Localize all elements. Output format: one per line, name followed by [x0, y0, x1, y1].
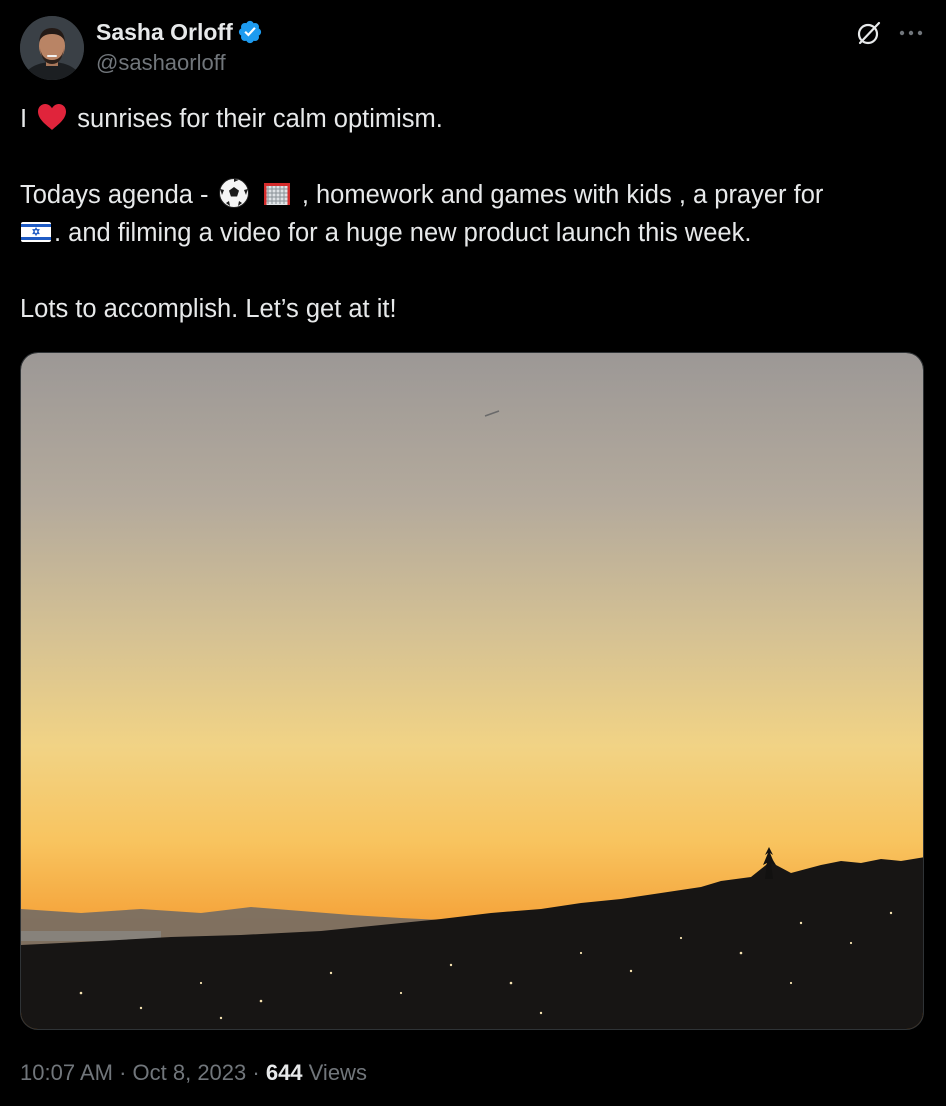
tweet-line-4: Lots to accomplish. Let’s get at it!	[20, 290, 920, 328]
goal-net-emoji-icon	[261, 177, 293, 209]
tweet-photo[interactable]	[20, 352, 924, 1030]
sunset-skyline-image	[21, 353, 923, 1029]
verified-badge-icon	[237, 19, 263, 45]
tweet-text-segment: Lots to accomplish. Let’s get at it!	[20, 295, 397, 323]
tweet-time: 10:07 AM	[20, 1060, 113, 1085]
tweet-line-3: . and filming a video for a huge new pro…	[20, 214, 920, 252]
heart-emoji-icon	[36, 101, 68, 133]
grok-icon	[857, 21, 881, 45]
avatar[interactable]	[20, 16, 84, 80]
tweet: Sasha Orloff @sashaorloff I sunrises for…	[0, 0, 946, 1106]
israel-flag-emoji-icon	[20, 215, 52, 247]
author-display-name[interactable]: Sasha Orloff	[96, 19, 233, 46]
tweet-text-segment: sunrises for their calm optimism.	[70, 105, 443, 133]
tweet-metadata: 10:07 AM · Oct 8, 2023 · 644 Views	[20, 1060, 367, 1086]
grok-button[interactable]	[852, 16, 886, 50]
tweet-line-1: I sunrises for their calm optimism.	[20, 100, 920, 138]
tweet-text-segment: , homework and games with kids , a praye…	[301, 181, 824, 209]
tweet-line-2: Todays agenda - , homework and games wit…	[20, 176, 920, 214]
views-label: Views	[302, 1060, 367, 1085]
meta-separator: ·	[246, 1060, 266, 1085]
author-handle[interactable]: @sashaorloff	[96, 50, 226, 76]
views-count: 644	[265, 1060, 303, 1085]
author-name-row: Sasha Orloff	[96, 17, 263, 47]
soccer-ball-emoji-icon	[218, 177, 250, 209]
meta-separator: ·	[112, 1060, 133, 1085]
more-icon	[899, 30, 923, 36]
avatar-photo	[20, 16, 84, 80]
tweet-timestamp-link[interactable]: 10:07 AM · Oct 8, 2023	[20, 1060, 246, 1085]
tweet-date: Oct 8, 2023	[132, 1060, 247, 1085]
tweet-text-segment: . and filming a video for a huge new pro…	[54, 219, 752, 247]
tweet-text-segment: Todays agenda -	[20, 181, 216, 209]
tweet-text-segment: I	[20, 105, 28, 133]
more-button[interactable]	[894, 16, 928, 50]
tweet-text: I sunrises for their calm optimism. Toda…	[20, 100, 920, 328]
